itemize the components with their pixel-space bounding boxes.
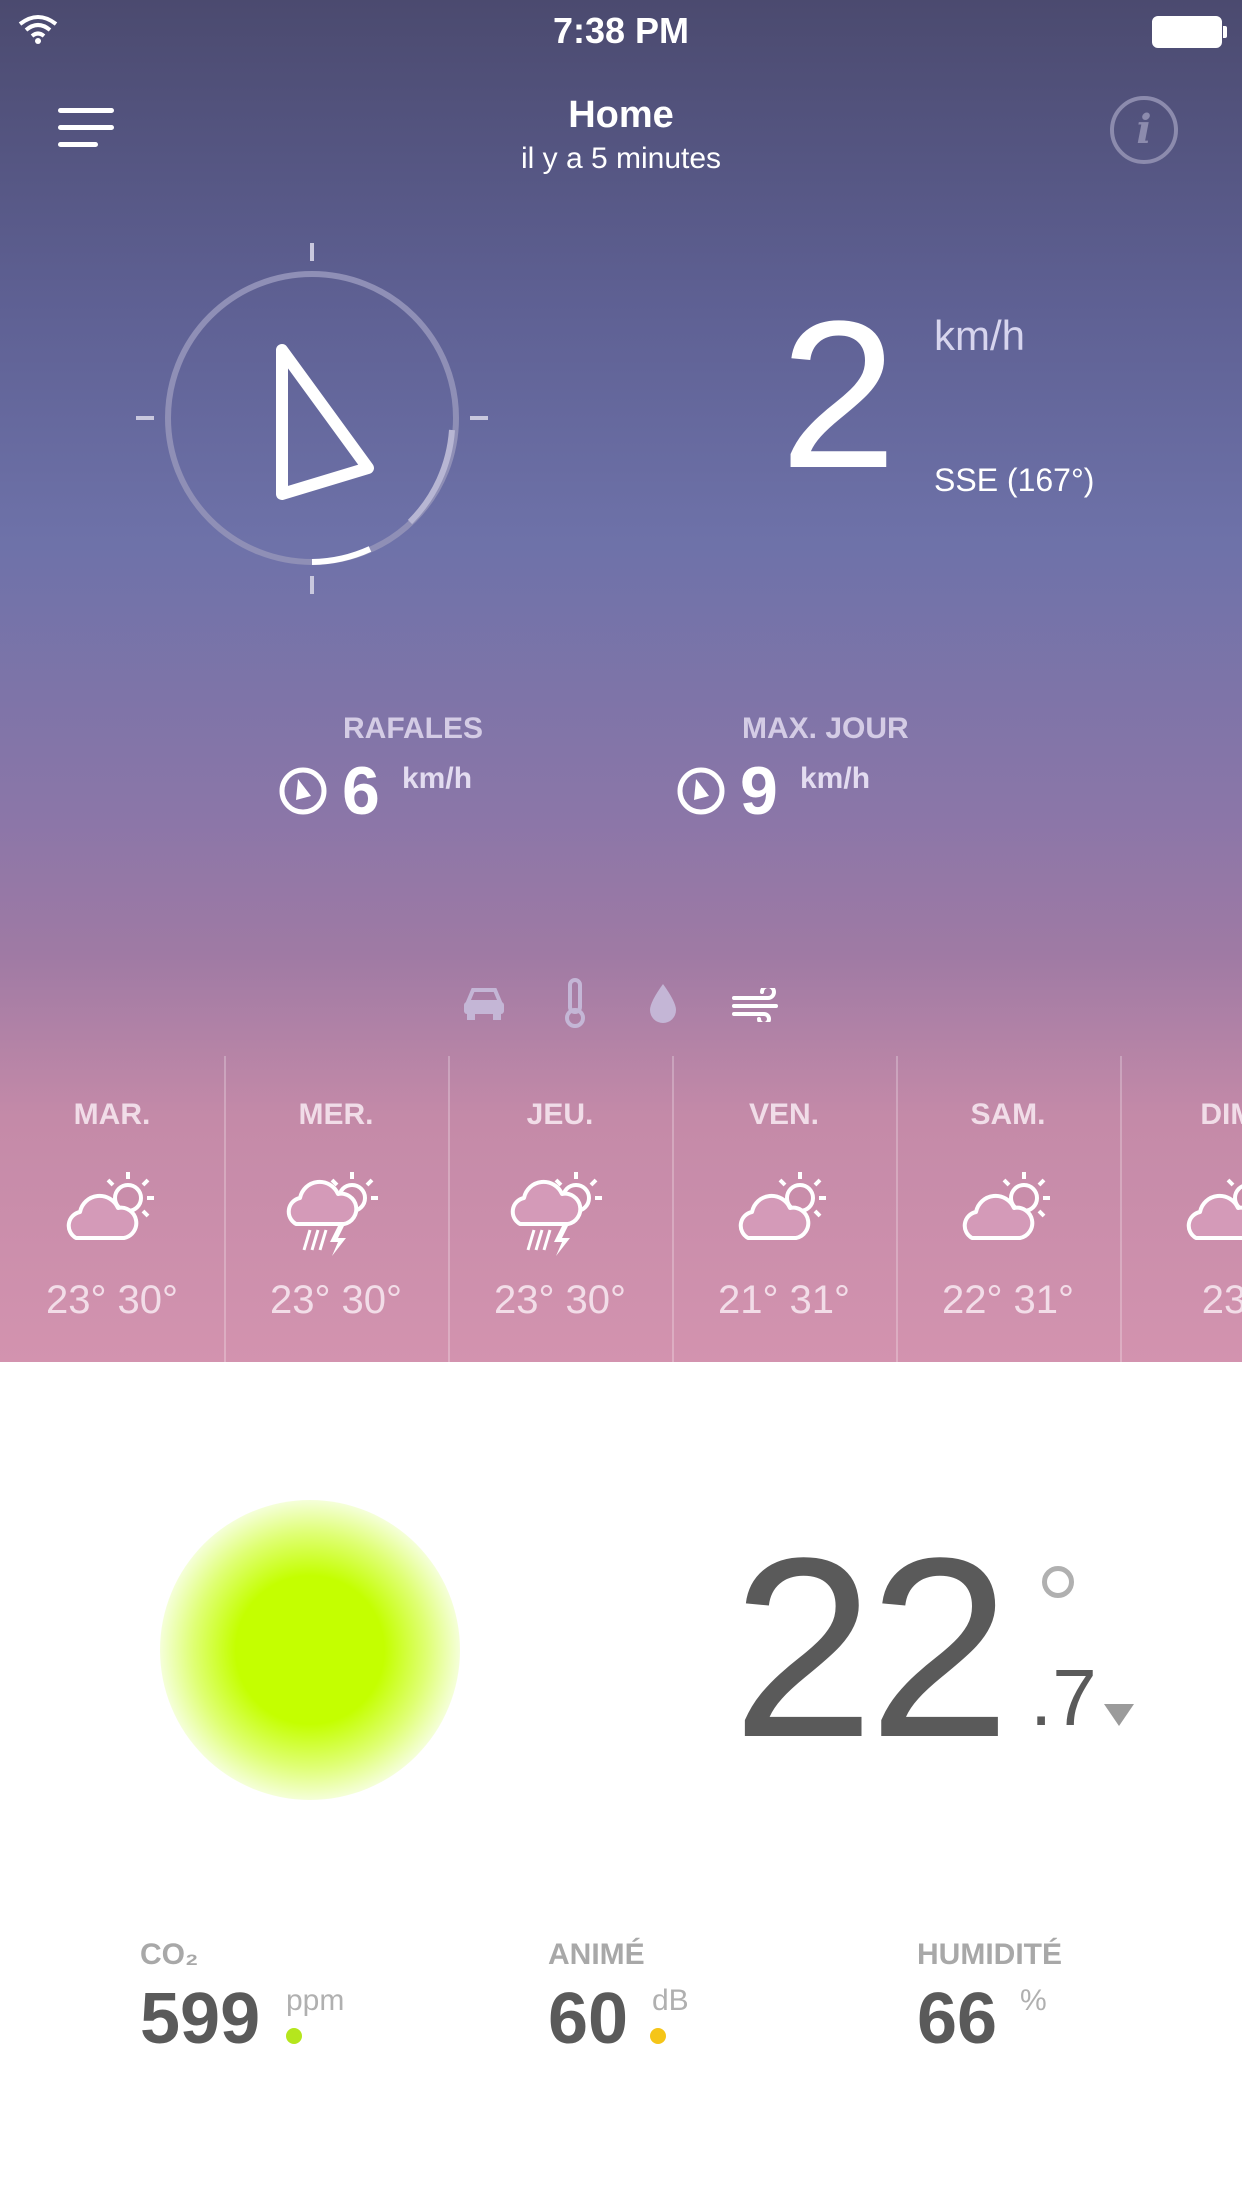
noise-label: ANIMÉ <box>548 1938 645 1971</box>
noise-unit: dB <box>652 1984 689 2017</box>
wind-direction: SSE (167°) <box>934 462 1095 498</box>
max-day-unit: km/h <box>800 762 871 795</box>
forecast-day-name: MER. <box>298 1098 374 1131</box>
status-time: 7:38 PM <box>552 10 690 51</box>
gusts-value: 6 <box>342 753 380 829</box>
degree-icon <box>1042 1566 1074 1598</box>
forecast-temps: 23° 30° <box>493 1278 627 1322</box>
humidity-unit: % <box>1020 1984 1047 2017</box>
wind-speed-unit: km/h <box>934 312 1026 359</box>
co2-label: CO₂ <box>140 1938 199 1971</box>
compass-dial <box>136 243 488 594</box>
status-bar: 7:38 PM <box>0 0 1242 64</box>
trend-down-icon <box>1104 1704 1134 1726</box>
station-title[interactable]: Home <box>0 94 1242 137</box>
sun-cloud-icon <box>1186 1178 1242 1240</box>
forecast-day[interactable]: MER. 23° 30° <box>224 1056 450 1362</box>
storm-icon <box>510 1172 602 1256</box>
drop-icon[interactable] <box>648 982 678 1024</box>
outdoor-panel: 7:38 PM Home il y a 5 minutes i 2 km/h S… <box>0 0 1242 1362</box>
max-day-label: MAX. JOUR <box>742 712 909 745</box>
co2-status-dot <box>286 2028 302 2044</box>
wind-direction-arrow <box>276 344 374 500</box>
max-day-value: 9 <box>740 753 778 829</box>
gusts-label: RAFALES <box>343 712 484 745</box>
mode-selector <box>460 978 790 1032</box>
info-button[interactable]: i <box>1110 96 1178 164</box>
co2-unit: ppm <box>286 1984 345 2017</box>
humidity-label: HUMIDITÉ <box>917 1938 1062 1971</box>
forecast-temps: 23° <box>1201 1278 1242 1322</box>
forecast-day[interactable]: MAR. 23° 30° <box>0 1056 226 1362</box>
sun-cloud-icon <box>66 1172 154 1240</box>
forecast-day[interactable]: VEN. 21° 31° <box>672 1056 898 1362</box>
air-quality-glow <box>160 1500 460 1800</box>
forecast-day-name: SAM. <box>970 1098 1046 1131</box>
forecast-temps: 23° 30° <box>269 1278 403 1322</box>
forecast-temps: 22° 31° <box>941 1278 1075 1322</box>
indoor-temp-decimal: .7 <box>1030 1653 1097 1742</box>
info-icon: i <box>1136 106 1152 153</box>
gusts-unit: km/h <box>402 762 473 795</box>
thermometer-icon[interactable] <box>560 978 590 1028</box>
indoor-temp-integer: 22 <box>732 1505 1011 1791</box>
forecast-day[interactable]: DIM. 23° <box>1120 1056 1242 1362</box>
humidity-value: 66 <box>917 1979 998 2059</box>
battery-icon <box>1152 16 1227 48</box>
forecast-day[interactable]: SAM. 22° 31° <box>896 1056 1122 1362</box>
forecast-strip[interactable]: MAR. 23° 30° MER. 23° 30° JEU. 23° 30° V… <box>0 1056 1242 1362</box>
sun-cloud-icon <box>738 1172 826 1240</box>
wind-speed-value: 2 <box>780 277 897 512</box>
max-direction-icon <box>677 767 725 815</box>
noise-value: 60 <box>548 1979 629 2059</box>
sun-cloud-icon <box>962 1172 1050 1240</box>
forecast-day-name: VEN. <box>748 1098 820 1131</box>
co2-value: 599 <box>140 1979 261 2059</box>
forecast-temps: 21° 31° <box>717 1278 851 1322</box>
forecast-day[interactable]: JEU. 23° 30° <box>448 1056 674 1362</box>
forecast-day-name: DIM. <box>1200 1098 1242 1131</box>
gust-direction-icon <box>279 767 327 815</box>
storm-icon <box>286 1172 378 1256</box>
wind-icon[interactable] <box>732 988 782 1022</box>
forecast-day-name: MAR. <box>73 1098 151 1131</box>
forecast-temps: 23° 30° <box>45 1278 179 1322</box>
last-update: il y a 5 minutes <box>520 142 722 175</box>
forecast-day-name: JEU. <box>526 1098 594 1131</box>
noise-status-dot <box>650 2028 666 2044</box>
car-icon[interactable] <box>462 986 506 1022</box>
